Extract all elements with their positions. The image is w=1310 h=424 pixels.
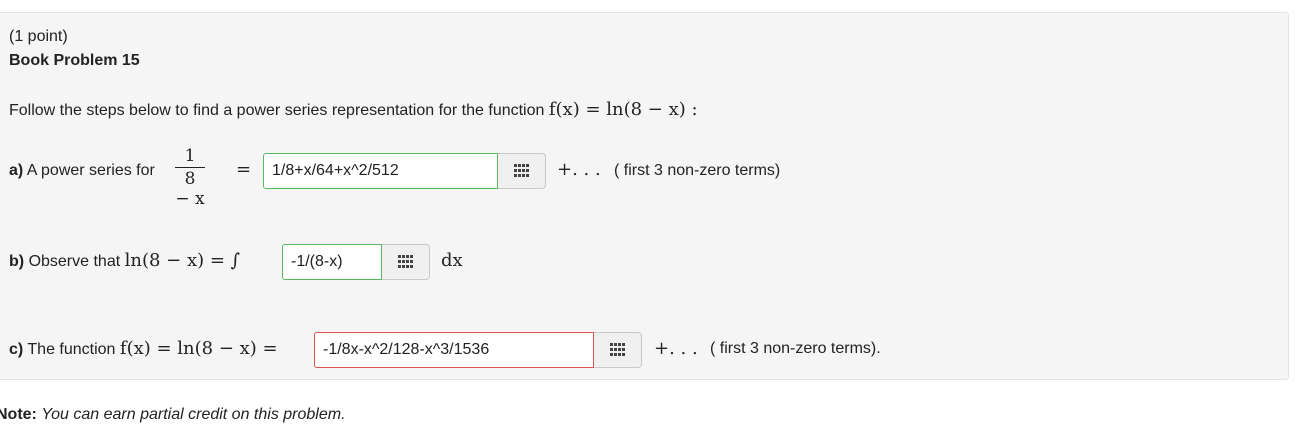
fraction-bar bbox=[175, 167, 205, 168]
part-a-prompt: A power series for bbox=[26, 162, 155, 179]
part-c-answer-input[interactable]: -1/8x-x^2/128-x^3/1536 bbox=[314, 332, 594, 368]
part-c-note: ( first 3 non-zero terms). bbox=[710, 340, 881, 357]
part-a-answer-input[interactable]: 1/8+x/64+x^2/512 bbox=[263, 153, 498, 189]
part-b-label: b) bbox=[9, 253, 25, 270]
part-a-label: a) bbox=[9, 162, 24, 179]
part-a-equation-editor-button[interactable] bbox=[498, 153, 546, 189]
intro-function: f(x) = ln(8 − x) : bbox=[548, 99, 698, 120]
points-label: (1 point) bbox=[9, 28, 68, 45]
fraction-numerator: 1 bbox=[184, 146, 196, 166]
part-c-ellipsis: +. . . bbox=[654, 338, 698, 359]
part-a-fraction: 1 8 − x bbox=[175, 146, 205, 209]
part-c-equation-editor-button[interactable] bbox=[594, 332, 642, 368]
note-label: Note: bbox=[0, 406, 37, 423]
part-c-prompt: The function bbox=[27, 341, 116, 358]
part-b-math: ln(8 − x) = ∫ bbox=[124, 250, 241, 271]
part-a-note: ( first 3 non-zero terms) bbox=[614, 162, 781, 179]
note-text: You can earn partial credit on this prob… bbox=[41, 406, 346, 423]
part-a-equals: = bbox=[236, 159, 252, 180]
fraction-denominator: 8 − x bbox=[175, 169, 205, 209]
part-c-label: c) bbox=[9, 341, 24, 358]
part-a-ellipsis: +. . . bbox=[557, 159, 601, 180]
intro-line: Follow the steps below to find a power s… bbox=[9, 101, 698, 120]
part-b-text: b) Observe that ln(8 − x) = ∫ bbox=[9, 252, 240, 271]
grid-icon bbox=[398, 255, 414, 269]
problem-title: Book Problem 15 bbox=[9, 52, 140, 69]
part-c-math: f(x) = ln(8 − x) = bbox=[119, 338, 278, 359]
partial-credit-note: Note: You can earn partial credit on thi… bbox=[0, 406, 346, 424]
grid-icon bbox=[610, 343, 626, 357]
part-b-answer-input[interactable]: -1/(8-x) bbox=[282, 244, 382, 280]
grid-icon bbox=[514, 164, 530, 178]
part-b-prompt: Observe that bbox=[28, 253, 121, 270]
part-a-text: a) A power series for bbox=[9, 162, 155, 180]
part-b-dx: dx bbox=[441, 250, 463, 271]
intro-text: Follow the steps below to find a power s… bbox=[9, 102, 545, 119]
part-c-text: c) The function f(x) = ln(8 − x) = bbox=[9, 340, 278, 359]
part-b-equation-editor-button[interactable] bbox=[382, 244, 430, 280]
